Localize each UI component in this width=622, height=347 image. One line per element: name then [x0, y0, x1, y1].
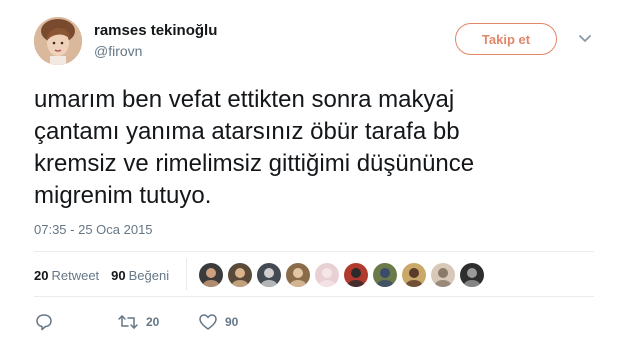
- divider: [34, 251, 594, 252]
- tweet-card: ramses tekinoğlu @firovn Takip et umarım…: [0, 0, 622, 347]
- reply-icon: [36, 314, 52, 331]
- liker-avatars: [199, 263, 489, 287]
- like-stat-count: 90: [111, 267, 126, 283]
- divider: [34, 296, 594, 297]
- tweet-text-line: çantamı yanıma atarsınız öbür tarafa bb: [34, 118, 460, 145]
- liker-avatar[interactable]: [402, 263, 426, 287]
- tweet-text-line: migrenim tutuyo.: [34, 182, 212, 209]
- stats-separator: [186, 258, 187, 290]
- chevron-down-icon[interactable]: [578, 34, 592, 44]
- stats-row: 20 Retweet 90 Beğeni: [34, 263, 181, 287]
- liker-avatar[interactable]: [257, 263, 281, 287]
- liker-avatar[interactable]: [286, 263, 310, 287]
- timestamp[interactable]: 07:35 - 25 Oca 2015: [34, 222, 153, 237]
- like-button[interactable]: 90: [198, 312, 238, 332]
- liker-avatar[interactable]: [228, 263, 252, 287]
- display-name[interactable]: ramses tekinoğlu: [94, 22, 217, 39]
- retweet-stat[interactable]: 20 Retweet: [34, 268, 99, 283]
- like-stat[interactable]: 90 Beğeni: [111, 268, 169, 283]
- tweet-text-line: kremsiz ve rimelimsiz gittiğimi düşününc…: [34, 150, 475, 177]
- retweet-button[interactable]: 20: [117, 312, 159, 332]
- tweet-text: umarım ben vefat ettikten sonra makyaj ç…: [34, 84, 594, 212]
- heart-icon: [199, 314, 217, 330]
- liker-avatar[interactable]: [199, 263, 223, 287]
- retweet-icon: [118, 315, 138, 329]
- liker-avatar[interactable]: [315, 263, 339, 287]
- liker-avatar[interactable]: [344, 263, 368, 287]
- liker-avatar[interactable]: [460, 263, 484, 287]
- like-count: 90: [225, 315, 239, 329]
- tweet-text-line: umarım ben vefat ettikten sonra makyaj: [34, 86, 455, 113]
- liker-avatar[interactable]: [431, 263, 455, 287]
- follow-button[interactable]: Takip et: [455, 23, 557, 55]
- retweet-stat-label: Retweet: [51, 267, 100, 283]
- avatar[interactable]: [34, 17, 82, 65]
- liker-avatar[interactable]: [373, 263, 397, 287]
- username[interactable]: @firovn: [94, 43, 142, 59]
- like-stat-label: Beğeni: [128, 267, 170, 283]
- retweet-stat-count: 20: [34, 267, 49, 283]
- retweet-count: 20: [146, 315, 160, 329]
- reply-button[interactable]: [34, 312, 54, 332]
